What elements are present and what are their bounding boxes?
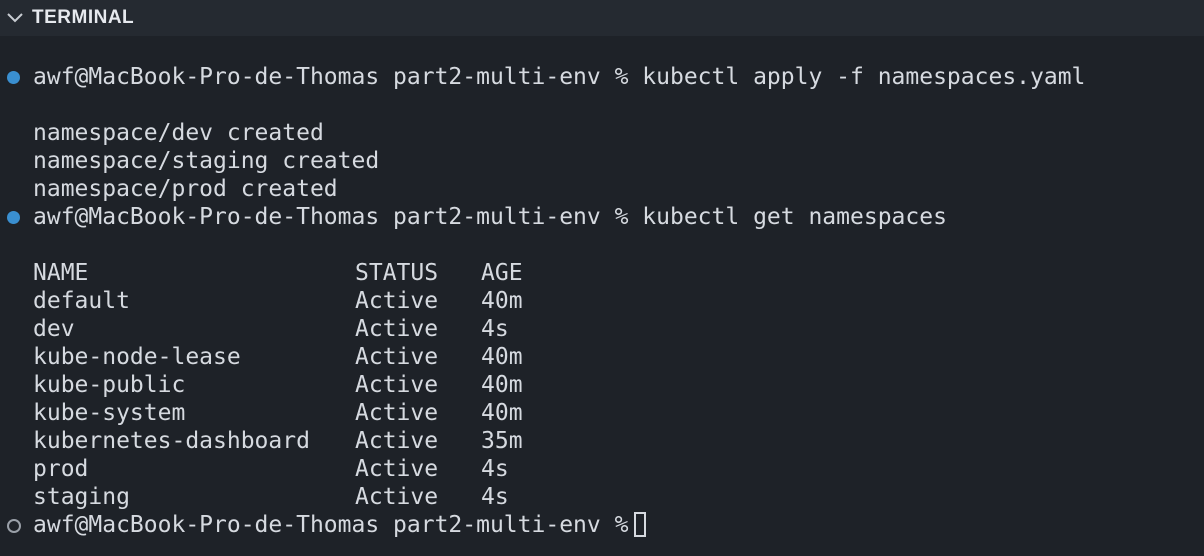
cell-age: 40m: [481, 288, 523, 314]
chevron-down-icon[interactable]: [6, 9, 24, 27]
cell-name: default: [33, 288, 130, 314]
cell-name: staging: [33, 484, 130, 510]
header-status: STATUS: [355, 260, 439, 286]
table-row: kube-public Active 40m: [33, 371, 523, 399]
cell-name: kube-system: [33, 400, 186, 426]
cell-status: Active: [355, 344, 439, 370]
cell-name: prod: [33, 456, 89, 482]
table-row: kube-system Active 40m: [33, 399, 523, 427]
cell-age: 40m: [481, 344, 523, 370]
command-text: kubectl apply -f namespaces.yaml: [642, 64, 1086, 90]
prompt: awf@MacBook-Pro-de-Thomas part2-multi-en…: [33, 64, 629, 90]
table-row: staging Active 4s: [33, 483, 509, 511]
cell-age: 4s: [481, 316, 509, 342]
table-row: kube-node-lease Active 40m: [33, 343, 523, 371]
command-text: kubectl get namespaces: [642, 204, 947, 230]
cell-status: Active: [355, 288, 439, 314]
output-line: namespace/prod created: [33, 176, 338, 202]
text-cursor[interactable]: [634, 512, 647, 537]
table-row: prod Active 4s: [33, 455, 509, 483]
cell-age: 4s: [481, 456, 509, 482]
cell-status: Active: [355, 456, 439, 482]
header-name: NAME: [33, 260, 89, 286]
cell-age: 4s: [481, 484, 509, 510]
terminal-output[interactable]: awf@MacBook-Pro-de-Thomas part2-multi-en…: [0, 36, 1204, 556]
cell-age: 40m: [481, 400, 523, 426]
command-status-icon[interactable]: [7, 211, 20, 224]
cell-name: kubernetes-dashboard: [33, 428, 310, 454]
cell-name: kube-public: [33, 372, 186, 398]
cell-status: Active: [355, 372, 439, 398]
active-prompt-line[interactable]: awf@MacBook-Pro-de-Thomas part2-multi-en…: [33, 511, 647, 539]
cell-status: Active: [355, 400, 439, 426]
header-age: AGE: [481, 260, 523, 286]
cell-status: Active: [355, 316, 439, 342]
table-row: kubernetes-dashboard Active 35m: [33, 427, 523, 455]
command-line: awf@MacBook-Pro-de-Thomas part2-multi-en…: [33, 203, 947, 231]
cell-status: Active: [355, 484, 439, 510]
table-header: NAME STATUS AGE: [33, 259, 523, 287]
output-line: namespace/dev created: [33, 120, 324, 146]
prompt: awf@MacBook-Pro-de-Thomas part2-multi-en…: [33, 204, 629, 230]
cell-status: Active: [355, 428, 439, 454]
idle-status-icon: [7, 519, 21, 533]
terminal-panel-header[interactable]: TERMINAL: [0, 0, 1204, 36]
cell-age: 40m: [481, 372, 523, 398]
prompt: awf@MacBook-Pro-de-Thomas part2-multi-en…: [33, 512, 629, 538]
cell-name: kube-node-lease: [33, 344, 241, 370]
command-line: awf@MacBook-Pro-de-Thomas part2-multi-en…: [33, 63, 1085, 91]
cell-name: dev: [33, 316, 75, 342]
command-status-icon[interactable]: [7, 71, 20, 84]
output-line: namespace/staging created: [33, 148, 380, 174]
table-row: dev Active 4s: [33, 315, 509, 343]
table-row: default Active 40m: [33, 287, 523, 315]
cell-age: 35m: [481, 428, 523, 454]
panel-title: TERMINAL: [32, 7, 135, 28]
